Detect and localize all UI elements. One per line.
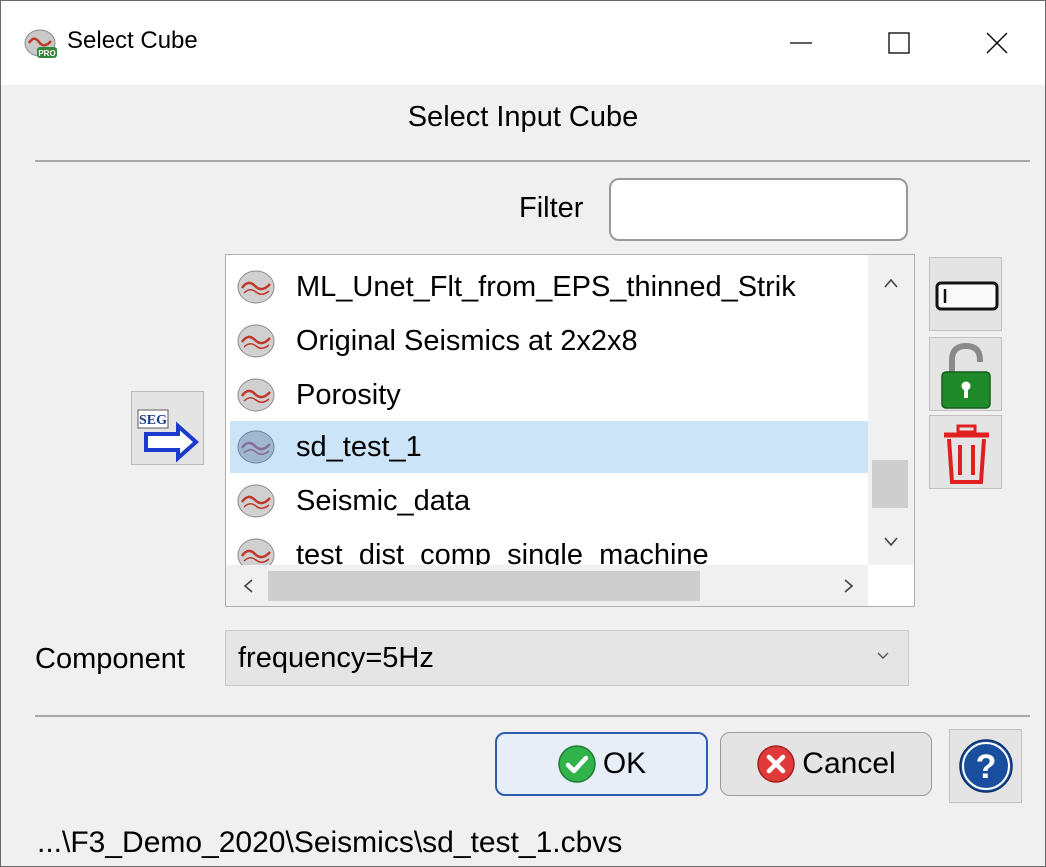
list-item[interactable]: Seismic_data	[230, 475, 868, 527]
svg-text:SEG: SEG	[139, 413, 167, 428]
vertical-scroll-thumb[interactable]	[872, 460, 908, 508]
horizontal-scrollbar[interactable]	[226, 565, 868, 606]
close-icon	[986, 32, 1008, 54]
list-item[interactable]: Original Seismics at 2x2x8	[230, 315, 868, 367]
cancel-button[interactable]: Cancel	[720, 732, 932, 796]
rename-button[interactable]	[929, 257, 1002, 331]
vertical-scrollbar[interactable]	[868, 255, 914, 565]
minimize-icon	[790, 42, 812, 44]
chevron-up-icon	[884, 278, 898, 288]
list-item-label: Porosity	[296, 378, 401, 411]
select-cube-dialog: PRO Select Cube Select Input Cube Filter…	[0, 0, 1046, 867]
horizontal-scroll-thumb[interactable]	[268, 571, 700, 601]
separator	[35, 715, 1030, 717]
check-icon	[558, 745, 596, 783]
chevron-down-icon	[877, 652, 889, 659]
segy-import-button[interactable]: SEG	[131, 391, 204, 465]
list-item[interactable]: ML_Unet_Flt_from_EPS_thinned_Strik	[230, 261, 868, 313]
component-select[interactable]: frequency=5Hz	[225, 630, 909, 686]
cancel-icon	[757, 745, 796, 783]
filter-input[interactable]	[609, 178, 908, 241]
list-item-selected[interactable]: sd_test_1	[230, 421, 868, 473]
separator	[35, 160, 1030, 162]
scroll-up-button[interactable]	[878, 273, 904, 293]
scroll-corner	[868, 565, 914, 606]
seismic-cube-icon	[237, 430, 275, 464]
chevron-left-icon	[243, 579, 253, 593]
lock-button[interactable]	[929, 337, 1002, 411]
scroll-right-button[interactable]	[838, 575, 858, 597]
list-item[interactable]: Porosity	[230, 369, 868, 421]
ok-button[interactable]: OK	[495, 732, 708, 796]
segy-import-icon: SEG	[137, 409, 200, 463]
help-button[interactable]: ?	[949, 729, 1022, 803]
dialog-heading: Select Input Cube	[407, 101, 639, 133]
scroll-down-button[interactable]	[878, 531, 904, 551]
list-item-label: Original Seismics at 2x2x8	[296, 324, 638, 357]
close-button[interactable]	[967, 21, 1027, 65]
svg-text:?: ?	[975, 748, 996, 786]
selected-file-path: ...\F3_Demo_2020\Seismics\sd_test_1.cbvs	[37, 826, 623, 859]
list-item-label: sd_test_1	[296, 430, 422, 463]
title-bar: PRO Select Cube	[1, 1, 1045, 85]
list-item-label: Seismic_data	[296, 484, 471, 517]
seismic-cube-icon	[237, 484, 275, 518]
help-icon: ?	[958, 739, 1013, 793]
filter-label: Filter	[519, 192, 584, 224]
chevron-down-icon	[884, 537, 898, 546]
chevron-right-icon	[844, 579, 853, 593]
component-label: Component	[35, 643, 185, 675]
window-title: Select Cube	[67, 27, 198, 54]
seismic-cube-icon	[237, 378, 275, 412]
unlock-icon	[941, 342, 991, 409]
maximize-button[interactable]	[869, 21, 929, 65]
maximize-icon	[888, 32, 910, 54]
scroll-left-button[interactable]	[238, 575, 258, 597]
delete-button[interactable]	[929, 415, 1002, 489]
component-value: frequency=5Hz	[238, 641, 434, 674]
seismic-cube-icon	[237, 270, 275, 304]
ok-label: OK	[602, 747, 647, 780]
seismic-cube-icon	[237, 324, 275, 358]
list-item-label: ML_Unet_Flt_from_EPS_thinned_Strik	[296, 270, 796, 303]
opendtect-pro-icon: PRO	[24, 29, 57, 58]
cube-list[interactable]: ML_Unet_Flt_from_EPS_thinned_Strik Origi…	[225, 254, 915, 607]
rename-icon	[935, 281, 999, 311]
minimize-button[interactable]	[771, 21, 831, 65]
svg-text:PRO: PRO	[38, 49, 55, 58]
cancel-label: Cancel	[802, 747, 896, 780]
trash-icon	[944, 424, 989, 484]
